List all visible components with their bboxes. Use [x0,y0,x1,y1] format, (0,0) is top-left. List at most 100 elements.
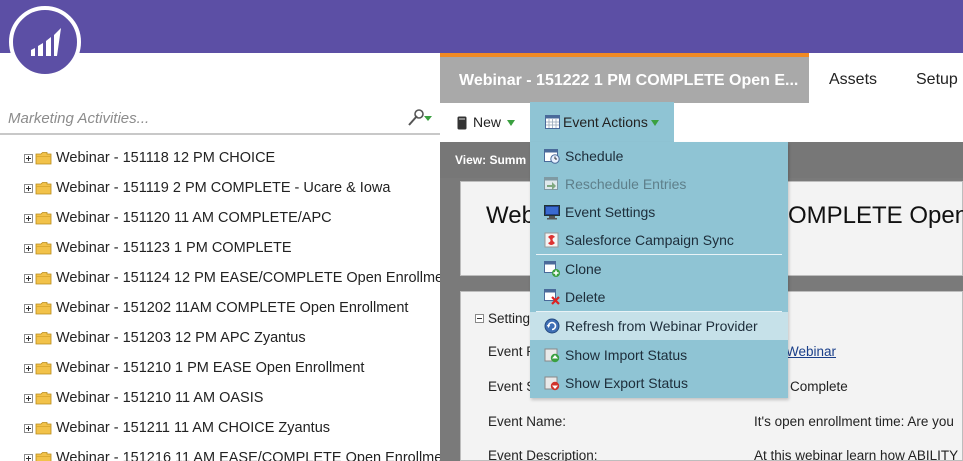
tree-item-label: Webinar - 151210 1 PM EASE Open Enrollme… [56,360,365,376]
tree-item-label: Webinar - 151123 1 PM COMPLETE [56,240,292,256]
calendar-icon [545,115,560,129]
tree-item-label: Webinar - 151203 12 PM APC Zyantus [56,330,306,346]
expand-icon[interactable] [24,454,33,461]
folder-icon [35,301,52,315]
new-caret-icon[interactable] [507,120,515,126]
tree-item[interactable]: Webinar - 151118 12 PM CHOICE [0,145,440,175]
expand-icon[interactable] [24,424,33,433]
menu-item-label: Show Import Status [565,347,688,363]
menu-item-refresh-from-webinar-provider[interactable]: Refresh from Webinar Provider [530,312,788,340]
collapse-icon[interactable] [475,314,484,323]
import-status-icon [544,347,560,363]
event-name-value: It's open enrollment time: Are you [754,414,954,429]
clone-icon [544,261,560,277]
expand-icon[interactable] [24,394,33,403]
refresh-icon [544,318,560,334]
folder-icon [35,391,52,405]
folder-icon [35,151,52,165]
menu-item-label: Event Settings [565,204,656,220]
menu-item-reschedule-entries: Reschedule Entries [530,170,788,198]
folder-icon [35,421,52,435]
delete-icon [544,289,560,305]
expand-icon[interactable] [24,334,33,343]
menu-item-show-export-status[interactable]: Show Export Status [530,369,788,397]
tab-program-label: Webinar - 151222 1 PM COMPLETE Open E... [459,72,799,89]
menu-item-salesforce-campaign-sync[interactable]: Salesforce Campaign Sync [530,226,788,254]
expand-icon[interactable] [24,274,33,283]
tree-item[interactable]: Webinar - 151211 11 AM CHOICE Zyantus [0,415,440,445]
calendar-clock-icon [544,148,560,164]
event-desc-label: Event Description: [488,448,598,461]
settings-section-label: Setting [488,311,531,326]
folder-icon [35,271,52,285]
new-button[interactable]: New [473,114,501,130]
expand-icon[interactable] [24,154,33,163]
event-desc-value: At this webinar learn how ABILITY [754,448,959,461]
tree-item-label: Webinar - 151124 12 PM EASE/COMPLETE Ope… [56,270,440,286]
menu-separator [536,254,782,255]
tab-assets[interactable]: Assets [829,71,877,89]
expand-icon[interactable] [24,364,33,373]
tree-item[interactable]: Webinar - 151203 12 PM APC Zyantus [0,325,440,355]
menu-item-label: Refresh from Webinar Provider [565,318,758,334]
menu-item-label: Clone [565,261,602,277]
menu-item-schedule[interactable]: Schedule [530,142,788,170]
tree-item-label: Webinar - 151210 11 AM OASIS [56,390,264,406]
menu-item-show-import-status[interactable]: Show Import Status [530,341,788,369]
menu-item-event-settings[interactable]: Event Settings [530,198,788,226]
tab-setup[interactable]: Setup [916,71,958,89]
menu-item-clone[interactable]: Clone [530,255,788,283]
menu-item-label: Delete [565,289,606,305]
marketo-logo-icon[interactable] [9,6,81,78]
search-input[interactable] [8,107,388,129]
event-s-label: Event S [488,379,536,394]
event-actions-button[interactable]: Event Actions [530,102,674,142]
toolbar: New [440,103,963,142]
folder-icon [35,361,52,375]
expand-icon[interactable] [24,244,33,253]
tree-item-label: Webinar - 151202 11AM COMPLETE Open Enro… [56,300,409,316]
event-actions-caret-icon [651,120,659,126]
view-label: View: Summ [455,153,527,167]
salesforce-icon [544,232,560,248]
tree-item[interactable]: Webinar - 151124 12 PM EASE/COMPLETE Ope… [0,265,440,295]
menu-item-label: Salesforce Campaign Sync [565,232,734,248]
menu-item-delete[interactable]: Delete [530,283,788,311]
menu-item-label: Reschedule Entries [565,176,687,192]
menu-item-label: Show Export Status [565,375,688,391]
tree-item-label: Webinar - 151119 2 PM COMPLETE - Ucare &… [56,180,391,196]
search-row [0,97,440,135]
tree-item-label: Webinar - 151120 11 AM COMPLETE/APC [56,210,332,226]
monitor-settings-icon [544,204,560,220]
event-s-value: Complete [790,379,848,394]
new-icon [457,116,467,130]
folder-icon [35,241,52,255]
tree-item[interactable]: Webinar - 151210 1 PM EASE Open Enrollme… [0,355,440,385]
tree-item-label: Webinar - 151118 12 PM CHOICE [56,150,276,166]
folder-icon [35,181,52,195]
tree-item-label: Webinar - 151216 11 AM EASE/COMPLETE Ope… [56,450,440,461]
tree-item[interactable]: Webinar - 151202 11AM COMPLETE Open Enro… [0,295,440,325]
tree-item[interactable]: Webinar - 151119 2 PM COMPLETE - Ucare &… [0,175,440,205]
event-p-label: Event P [488,344,536,359]
sidebar: Webinar - 151118 12 PM CHOICE Webinar - 1… [0,53,440,461]
event-actions-label: Event Actions [563,114,648,130]
folder-icon [35,451,52,461]
expand-icon[interactable] [24,304,33,313]
top-bar [0,0,963,53]
tab-bar: Webinar - 151222 1 PM COMPLETE Open E...… [440,53,963,103]
menu-separator [536,311,782,312]
activity-tree: Webinar - 151118 12 PM CHOICE Webinar - 1… [0,145,440,461]
tree-item[interactable]: Webinar - 151216 11 AM EASE/COMPLETE Ope… [0,445,440,461]
tab-program[interactable]: Webinar - 151222 1 PM COMPLETE Open E... [440,53,809,103]
event-actions-menu: Schedule Reschedule Entries Event Settings… [530,142,788,398]
folder-icon [35,331,52,345]
folder-icon [35,211,52,225]
expand-icon[interactable] [24,184,33,193]
tree-item[interactable]: Webinar - 151210 11 AM OASIS [0,385,440,415]
expand-icon[interactable] [24,214,33,223]
tree-item[interactable]: Webinar - 151120 11 AM COMPLETE/APC [0,205,440,235]
tree-item[interactable]: Webinar - 151123 1 PM COMPLETE [0,235,440,265]
search-options-icon[interactable] [406,108,434,128]
event-p-value[interactable]: Webinar [786,344,836,359]
